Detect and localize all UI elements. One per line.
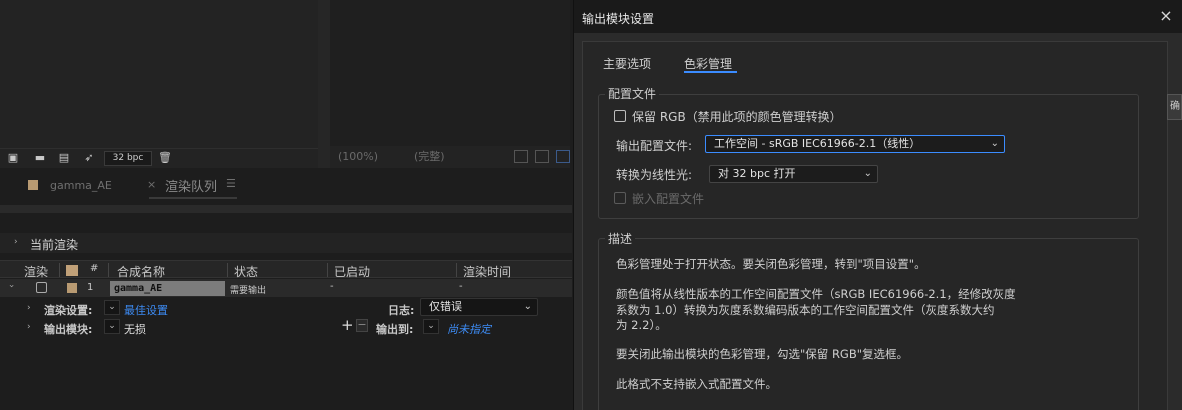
output-profile-select[interactable]: 工作空间 - sRGB IEC61966-2.1（线性） ⌄ (705, 135, 1005, 153)
chevron-down-icon: ⌄ (523, 301, 532, 312)
row-status: 需要输出 (230, 286, 267, 296)
log-select[interactable]: 仅错误 ⌄ (420, 298, 538, 316)
tab-color-management[interactable]: 色彩管理 (684, 55, 732, 72)
new-folder-icon[interactable]: ▬ (33, 152, 47, 164)
description-line: 要关闭此输出模块的色彩管理，勾选"保留 RGB"复选框。 (616, 347, 909, 361)
active-tab-indicator (684, 71, 737, 73)
col-render-time[interactable]: 渲染时间 (463, 263, 511, 280)
chevron-right-icon[interactable]: › (27, 322, 31, 332)
output-to-link[interactable]: 尚未指定 (447, 321, 491, 337)
description-line: 为 2.2）。 (616, 318, 667, 332)
embed-profile-label[interactable]: 嵌入配置文件 (632, 190, 704, 207)
description-line: 系数为 1.0）转换为灰度系数编码版本的工作空间配置文件（灰度系数大约 (616, 303, 995, 317)
description-group-title: 描述 (605, 230, 636, 247)
dialog-titlebar[interactable]: 输出模块设置 × (574, 0, 1182, 33)
project-panel (0, 0, 318, 148)
interpret-footage-icon[interactable]: ▣ (6, 152, 20, 164)
output-to-label: 输出到: (376, 323, 414, 336)
col-status[interactable]: 状态 (234, 263, 258, 280)
output-module-dropdown[interactable]: ⌄ (104, 319, 120, 334)
col-divider (456, 263, 457, 277)
new-composition-icon[interactable]: ▤ (57, 152, 71, 164)
chevron-right-icon[interactable]: › (14, 237, 18, 247)
row-number: 1 (87, 282, 94, 293)
row-render-time: - (459, 281, 463, 292)
tab-main-options[interactable]: 主要选项 (603, 55, 651, 72)
description-line: 此格式不支持嵌入式配置文件。 (616, 377, 777, 391)
col-divider (59, 263, 60, 277)
flowchart-icon[interactable]: ➶ (82, 152, 96, 164)
col-comp-name[interactable]: 合成名称 (117, 263, 165, 280)
col-divider (108, 263, 109, 277)
log-select-value: 仅错误 (429, 300, 462, 313)
col-started[interactable]: 已启动 (334, 263, 370, 280)
preserve-rgb-label[interactable]: 保留 RGB（禁用此项的颜色管理转换） (632, 108, 842, 125)
tab-render-queue[interactable]: 渲染队列 (165, 176, 217, 195)
preserve-rgb-checkbox[interactable] (614, 110, 626, 122)
region-icon[interactable] (556, 150, 570, 163)
queue-header: 渲染 # 合成名称 状态 已启动 渲染时间 (0, 260, 572, 280)
chevron-right-icon[interactable]: › (27, 303, 31, 313)
dialog-title: 输出模块设置 (582, 12, 655, 26)
current-render-bar[interactable]: › 当前渲染 (0, 233, 572, 253)
render-checkbox[interactable] (36, 282, 47, 293)
close-icon[interactable]: × (1158, 8, 1174, 24)
col-divider (327, 263, 328, 277)
embed-profile-checkbox[interactable] (614, 192, 626, 204)
current-render-label: 当前渲染 (30, 238, 79, 252)
profile-group-title: 配置文件 (605, 85, 660, 102)
col-divider (227, 263, 228, 277)
resolution-select[interactable]: (完整) (414, 149, 445, 165)
panel-divider (318, 0, 330, 168)
col-render[interactable]: 渲染 (24, 263, 48, 280)
render-settings-dropdown[interactable]: ⌄ (104, 300, 120, 315)
bpc-toggle[interactable]: 32 bpc (104, 151, 152, 166)
trash-icon[interactable]: 🗑 (158, 152, 172, 164)
linearize-label: 转换为线性光: (616, 168, 693, 182)
active-tab-underline (149, 197, 237, 199)
queue-item-row[interactable]: › 1 需要输出 - - (0, 279, 572, 297)
tab-close-icon[interactable]: × (147, 178, 156, 191)
render-settings-label: 渲染设置: (44, 304, 93, 317)
panel-menu-icon[interactable]: ☰ (226, 177, 236, 190)
chevron-down-icon: ⌄ (863, 168, 872, 179)
chevron-down-icon[interactable]: › (6, 284, 16, 288)
row-comp-name[interactable]: gamma_AE (110, 281, 225, 296)
grid-icon[interactable] (514, 150, 528, 163)
description-line: 色彩管理处于打开状态。要关闭色彩管理，转到"项目设置"。 (616, 257, 926, 271)
col-number[interactable]: # (90, 263, 98, 274)
add-output-module-icon[interactable]: + (341, 316, 354, 334)
chevron-down-icon: ⌄ (990, 138, 999, 149)
zoom-select[interactable]: (100%) (338, 149, 378, 165)
ok-button-edge[interactable]: 确定 (1167, 94, 1182, 120)
remove-output-module-icon[interactable]: − (356, 319, 368, 332)
tab-gamma-ae[interactable]: gamma_AE (50, 179, 112, 192)
output-module-label: 输出模块: (44, 323, 93, 336)
linearize-value: 对 32 bpc 打开 (718, 167, 796, 180)
log-label: 日志: (388, 304, 415, 317)
mask-icon[interactable] (535, 150, 549, 163)
output-to-dropdown[interactable]: ⌄ (423, 319, 439, 334)
row-started: - (330, 281, 334, 292)
timeline-tabbar: gamma_AE × 渲染队列 ☰ (0, 170, 572, 200)
label-swatch-icon[interactable] (67, 283, 77, 293)
viewer-toolbar: (100%) (完整) (330, 146, 570, 168)
label-tag-icon[interactable] (66, 265, 78, 276)
output-module-value[interactable]: 无损 (124, 321, 146, 337)
render-progress-strip (0, 205, 572, 213)
composition-viewer (330, 0, 570, 146)
project-toolbar: ▣ ▬ ▤ ➶ 32 bpc 🗑 (0, 148, 318, 168)
output-profile-value: 工作空间 - sRGB IEC61966-2.1（线性） (714, 137, 921, 150)
comp-swatch-icon (28, 180, 38, 190)
output-profile-label: 输出配置文件: (616, 139, 693, 153)
linearize-select[interactable]: 对 32 bpc 打开 ⌄ (709, 165, 878, 183)
description-line: 颜色值将从线性版本的工作空间配置文件（sRGB IEC61966-2.1，经修改… (616, 287, 1016, 301)
render-settings-link[interactable]: 最佳设置 (124, 302, 168, 318)
